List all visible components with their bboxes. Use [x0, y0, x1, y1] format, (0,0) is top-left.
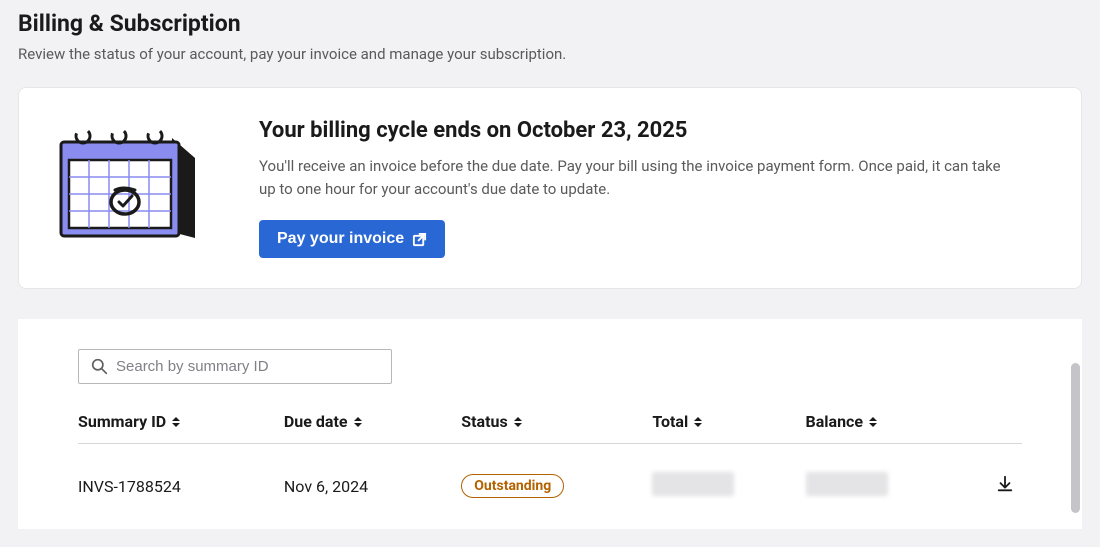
cell-balance-redacted — [806, 472, 888, 496]
column-header-summary-id[interactable]: Summary ID — [78, 412, 182, 431]
column-header-status[interactable]: Status — [461, 412, 523, 431]
sort-icon — [354, 415, 364, 429]
cell-due-date: Nov 6, 2024 — [284, 444, 461, 501]
external-link-icon — [412, 232, 427, 247]
column-header-balance[interactable]: Balance — [806, 412, 880, 431]
invoice-table: Summary ID Due date Status — [78, 404, 1022, 500]
sort-icon — [514, 415, 524, 429]
search-input[interactable] — [116, 358, 379, 375]
page-title: Billing & Subscription — [18, 10, 1082, 37]
scrollbar-thumb[interactable] — [1071, 363, 1080, 513]
download-icon[interactable] — [996, 475, 1014, 493]
pay-invoice-button[interactable]: Pay your invoice — [259, 220, 445, 258]
pay-invoice-button-label: Pay your invoice — [277, 230, 404, 248]
status-badge: Outstanding — [461, 474, 564, 498]
sort-icon — [869, 415, 879, 429]
sort-icon — [172, 415, 182, 429]
column-header-due-date[interactable]: Due date — [284, 412, 364, 431]
invoice-list-section: Summary ID Due date Status — [18, 319, 1082, 529]
search-box[interactable] — [78, 349, 392, 384]
billing-cycle-heading: Your billing cycle ends on October 23, 2… — [259, 118, 1053, 143]
table-row: INVS-1788524 Nov 6, 2024 Outstanding — [78, 444, 1022, 501]
search-icon — [91, 358, 108, 375]
cell-total-redacted — [652, 472, 734, 496]
column-header-total[interactable]: Total — [652, 412, 704, 431]
billing-cycle-card: Your billing cycle ends on October 23, 2… — [18, 87, 1082, 289]
cell-summary-id: INVS-1788524 — [78, 444, 284, 501]
calendar-illustration — [47, 112, 215, 258]
sort-icon — [694, 415, 704, 429]
page-subtitle: Review the status of your account, pay y… — [18, 45, 1082, 63]
billing-cycle-description: You'll receive an invoice before the due… — [259, 155, 1019, 200]
